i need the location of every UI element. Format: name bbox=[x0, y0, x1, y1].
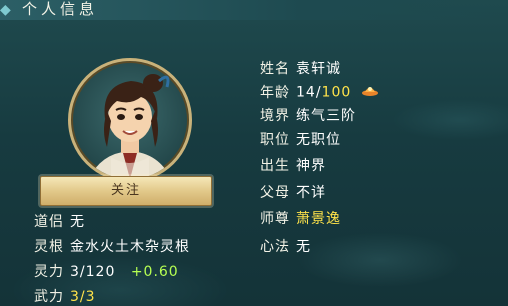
martial-row: 武力 3/3 bbox=[34, 288, 96, 306]
spirit-power-row: 灵力 3/120 +0.60 bbox=[34, 263, 179, 281]
parents-value: 不详 bbox=[296, 185, 326, 201]
spirit-root-label: 灵根 bbox=[34, 239, 64, 255]
realm-value: 练气三阶 bbox=[296, 108, 356, 124]
lifespan-icon[interactable] bbox=[361, 83, 379, 102]
master-value[interactable]: 萧景逸 bbox=[296, 211, 341, 227]
spirit-root-row: 灵根 金水火土木杂灵根 bbox=[34, 238, 190, 256]
master-label: 师尊 bbox=[260, 211, 290, 227]
age-current: 14 bbox=[296, 84, 316, 101]
realm-label: 境界 bbox=[260, 108, 290, 124]
martial-value: 3/3 bbox=[70, 289, 96, 305]
master-row: 师尊 萧景逸 bbox=[260, 210, 341, 228]
spirit-power-value: 3/120 bbox=[70, 264, 116, 280]
spirit-power-label: 灵力 bbox=[34, 264, 64, 280]
title-deco-icon: ◆ bbox=[0, 2, 11, 18]
parents-label: 父母 bbox=[260, 185, 290, 201]
character-info-panel: ◆ 个人信息 关注 姓名 袁轩诚 年龄 14/100 境界 练气三阶 职位 无职… bbox=[0, 0, 508, 306]
name-row: 姓名 袁轩诚 bbox=[260, 60, 341, 78]
partner-value: 无 bbox=[70, 214, 85, 230]
character-portrait-icon bbox=[89, 74, 171, 179]
partner-row: 道侣无 bbox=[34, 213, 85, 231]
parents-row: 父母 不详 bbox=[260, 184, 326, 202]
technique-value: 无 bbox=[296, 239, 311, 255]
partner-label: 道侣 bbox=[34, 214, 64, 230]
background-pattern bbox=[0, 0, 508, 306]
spirit-power-rate: +0.60 bbox=[130, 264, 179, 280]
position-value: 无职位 bbox=[296, 132, 341, 148]
page-title: 个人信息 bbox=[22, 0, 99, 18]
name-value: 袁轩诚 bbox=[296, 61, 341, 77]
technique-row: 心法无 bbox=[260, 238, 311, 256]
title-bar: ◆ 个人信息 bbox=[0, 0, 508, 20]
follow-button[interactable]: 关注 bbox=[40, 176, 212, 206]
birthplace-value: 神界 bbox=[296, 158, 326, 174]
age-row: 年龄 14/100 bbox=[260, 83, 379, 102]
martial-label: 武力 bbox=[34, 289, 64, 305]
technique-label: 心法 bbox=[260, 239, 290, 255]
realm-row: 境界 练气三阶 bbox=[260, 107, 356, 125]
name-label: 姓名 bbox=[260, 61, 290, 77]
birthplace-label: 出生 bbox=[260, 158, 290, 174]
position-label: 职位 bbox=[260, 132, 290, 148]
age-label: 年龄 bbox=[260, 84, 290, 101]
spirit-root-value: 金水火土木杂灵根 bbox=[70, 239, 190, 255]
age-max: 100 bbox=[321, 84, 352, 101]
birthplace-row: 出生 神界 bbox=[260, 157, 326, 175]
position-row: 职位 无职位 bbox=[260, 131, 341, 149]
character-portrait bbox=[68, 58, 192, 182]
